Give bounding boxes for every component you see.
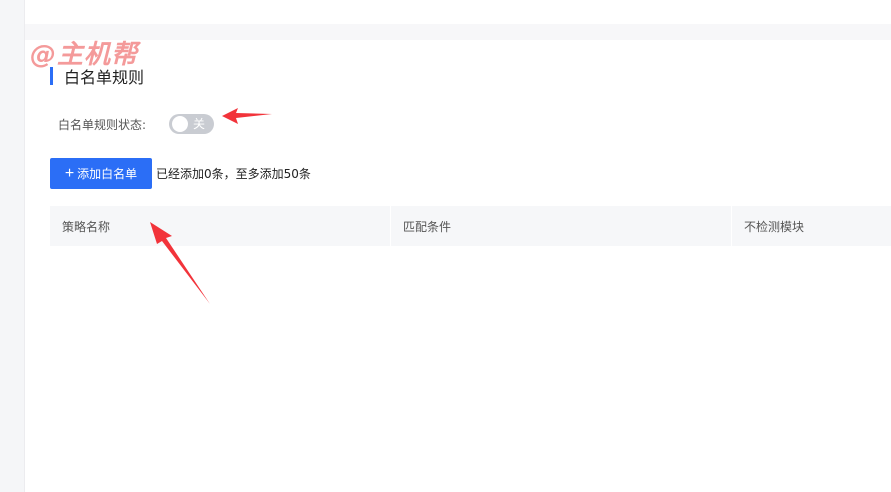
annotation-arrow-column bbox=[150, 222, 210, 304]
annotation-arrow-column-shape bbox=[150, 222, 210, 304]
